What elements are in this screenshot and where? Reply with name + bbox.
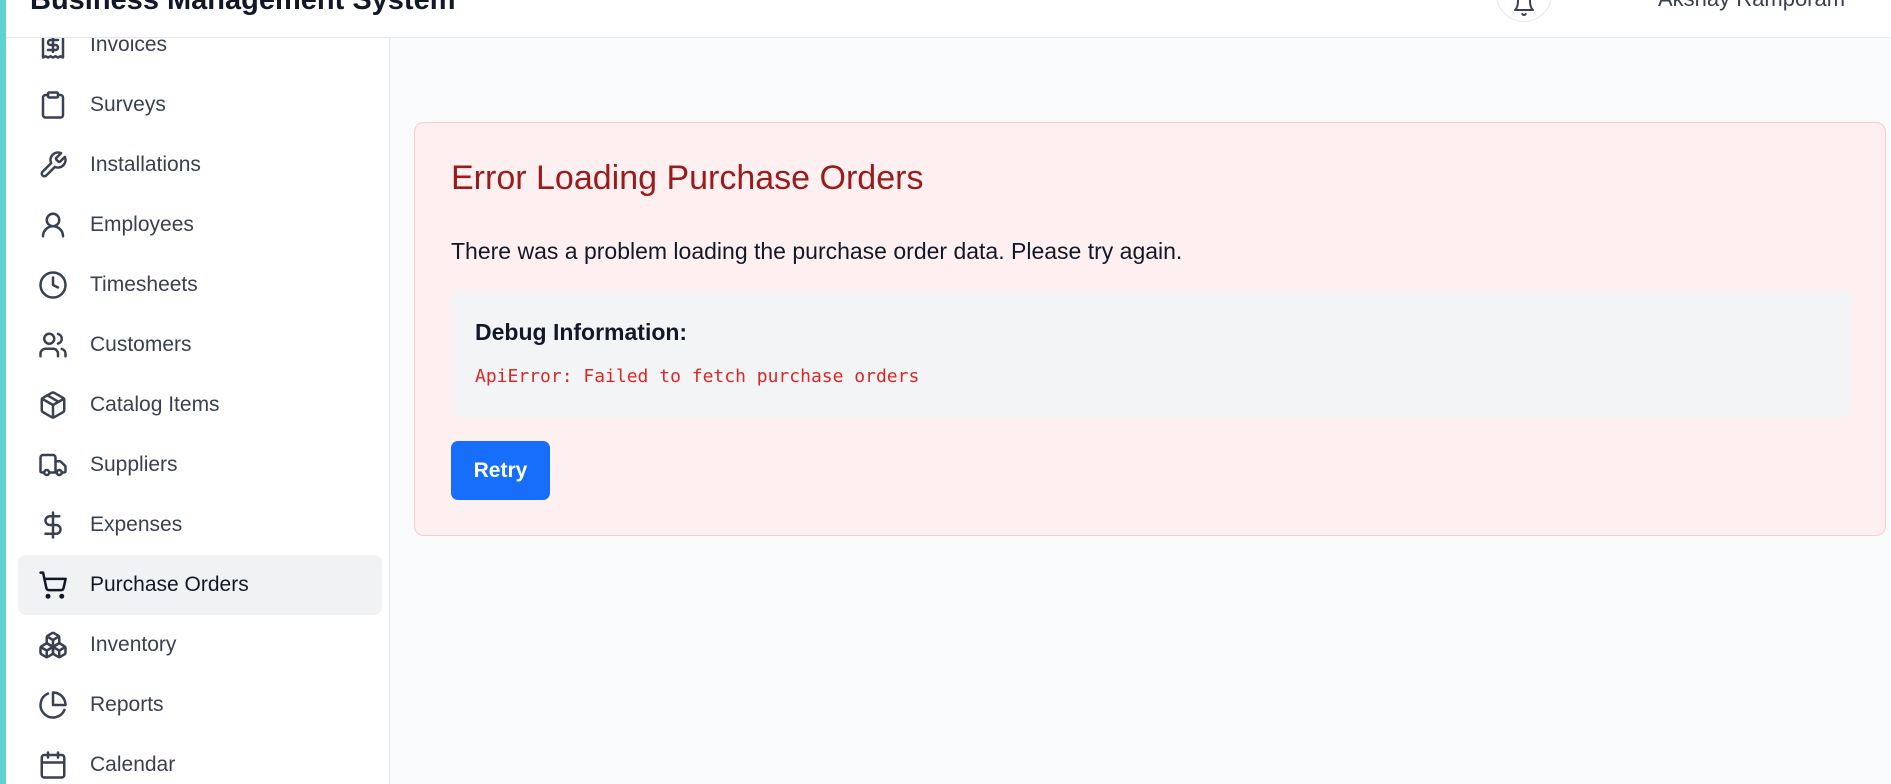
sidebar-item-label: Customers xyxy=(90,333,192,356)
error-card: Error Loading Purchase Orders There was … xyxy=(414,122,1886,536)
users-icon xyxy=(38,330,68,360)
wrench-icon xyxy=(38,150,68,180)
sidebar-item-label: Reports xyxy=(90,693,164,716)
sidebar-item-expenses[interactable]: Expenses xyxy=(18,495,382,555)
sidebar-item-invoices[interactable]: Invoices xyxy=(18,38,382,75)
error-title: Error Loading Purchase Orders xyxy=(451,159,924,197)
sidebar-item-label: Surveys xyxy=(90,93,166,116)
sidebar: Invoices Surveys Installations Employees xyxy=(6,38,390,784)
sidebar-item-inventory[interactable]: Inventory xyxy=(18,615,382,675)
package-icon xyxy=(38,390,68,420)
sidebar-item-timesheets[interactable]: Timesheets xyxy=(18,255,382,315)
sidebar-item-label: Timesheets xyxy=(90,273,198,296)
retry-button[interactable]: Retry xyxy=(451,441,550,500)
sidebar-item-installations[interactable]: Installations xyxy=(18,135,382,195)
cart-icon xyxy=(38,570,68,600)
sidebar-item-catalog-items[interactable]: Catalog Items xyxy=(18,375,382,435)
sidebar-item-label: Expenses xyxy=(90,513,183,536)
sidebar-item-calendar[interactable]: Calendar xyxy=(18,735,382,784)
debug-title: Debug Information: xyxy=(475,319,688,345)
sidebar-item-label: Inventory xyxy=(90,633,177,656)
error-message: There was a problem loading the purchase… xyxy=(451,238,1183,264)
sidebar-item-label: Invoices xyxy=(90,38,168,56)
sidebar-item-employees[interactable]: Employees xyxy=(18,195,382,255)
sidebar-item-label: Calendar xyxy=(90,753,176,776)
sidebar-item-suppliers[interactable]: Suppliers xyxy=(18,435,382,495)
sidebar-item-reports[interactable]: Reports xyxy=(18,675,382,735)
sidebar-item-label: Catalog Items xyxy=(90,393,220,416)
debug-error-text: ApiError: Failed to fetch purchase order… xyxy=(475,366,920,387)
dollar-icon xyxy=(38,510,68,540)
pie-chart-icon xyxy=(38,690,68,720)
top-header: Business Management System Akshay Rampor… xyxy=(6,0,1891,38)
bell-icon xyxy=(1514,0,1534,16)
invoice-icon xyxy=(38,38,68,60)
calendar-icon xyxy=(38,750,68,780)
sidebar-item-customers[interactable]: Customers xyxy=(18,315,382,375)
sidebar-item-label: Employees xyxy=(90,213,194,236)
sidebar-item-label: Installations xyxy=(90,153,201,176)
sidebar-item-surveys[interactable]: Surveys xyxy=(18,75,382,135)
clock-icon xyxy=(38,270,68,300)
notifications-button[interactable] xyxy=(1496,0,1552,22)
user-name[interactable]: Akshay Ramporam xyxy=(1658,0,1845,12)
boxes-icon xyxy=(38,630,68,660)
user-icon xyxy=(38,210,68,240)
debug-panel: Debug Information: ApiError: Failed to f… xyxy=(451,291,1853,417)
sidebar-item-purchase-orders[interactable]: Purchase Orders xyxy=(18,555,382,615)
truck-icon xyxy=(38,450,68,480)
sidebar-item-label: Purchase Orders xyxy=(90,573,249,596)
clipboard-icon xyxy=(38,90,68,120)
sidebar-item-label: Suppliers xyxy=(90,453,178,476)
app-title: Business Management System xyxy=(30,0,456,16)
